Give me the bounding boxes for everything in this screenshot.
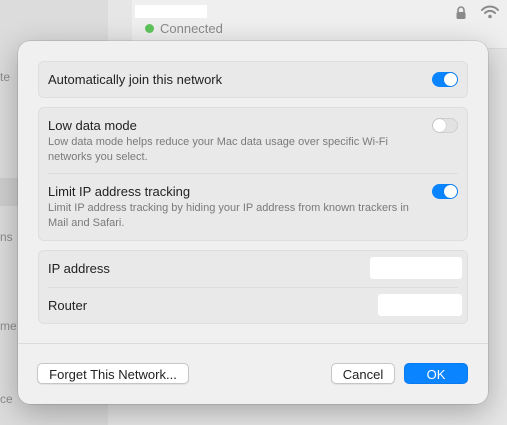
wifi-icon [481,5,499,19]
privacy-group: Low data mode Low data mode helps reduce… [38,107,468,241]
toggle-knob [433,119,446,132]
toggle-knob [444,185,457,198]
limit-ip-tracking-label: Limit IP address tracking [48,184,191,199]
low-data-mode-toggle[interactable] [432,118,458,133]
sidebar-fragment: me [0,319,17,333]
network-info-group: IP address Router [38,250,468,324]
connected-dot-icon [145,24,154,33]
network-status-text: Connected [160,21,223,36]
limit-ip-tracking-description: Limit IP address tracking by hiding your… [48,202,409,229]
auto-join-toggle[interactable] [432,72,458,87]
auto-join-group: Automatically join this network [38,61,468,98]
network-details-dialog: Automatically join this network Low data… [18,41,488,404]
forget-network-button[interactable]: Forget This Network... [37,363,189,384]
sidebar-fragment: te [0,70,11,84]
ip-address-label: IP address [48,261,110,276]
router-value [378,294,462,316]
toggle-knob [444,73,457,86]
network-status: Connected [145,21,223,36]
sidebar-fragment: ns [0,230,13,244]
ip-address-value [370,257,462,279]
dialog-footer-divider [18,343,488,344]
limit-ip-tracking-toggle[interactable] [432,184,458,199]
network-name-redacted [135,5,207,18]
row-divider [48,173,458,174]
sidebar-fragment: ce [0,392,13,406]
router-label: Router [48,298,88,313]
cancel-button[interactable]: Cancel [331,363,395,384]
ok-button[interactable]: OK [404,363,468,384]
low-data-mode-label: Low data mode [48,118,137,133]
lock-icon [456,6,466,19]
low-data-mode-description: Low data mode helps reduce your Mac data… [48,136,388,163]
row-divider [48,287,458,288]
auto-join-label: Automatically join this network [48,72,223,87]
